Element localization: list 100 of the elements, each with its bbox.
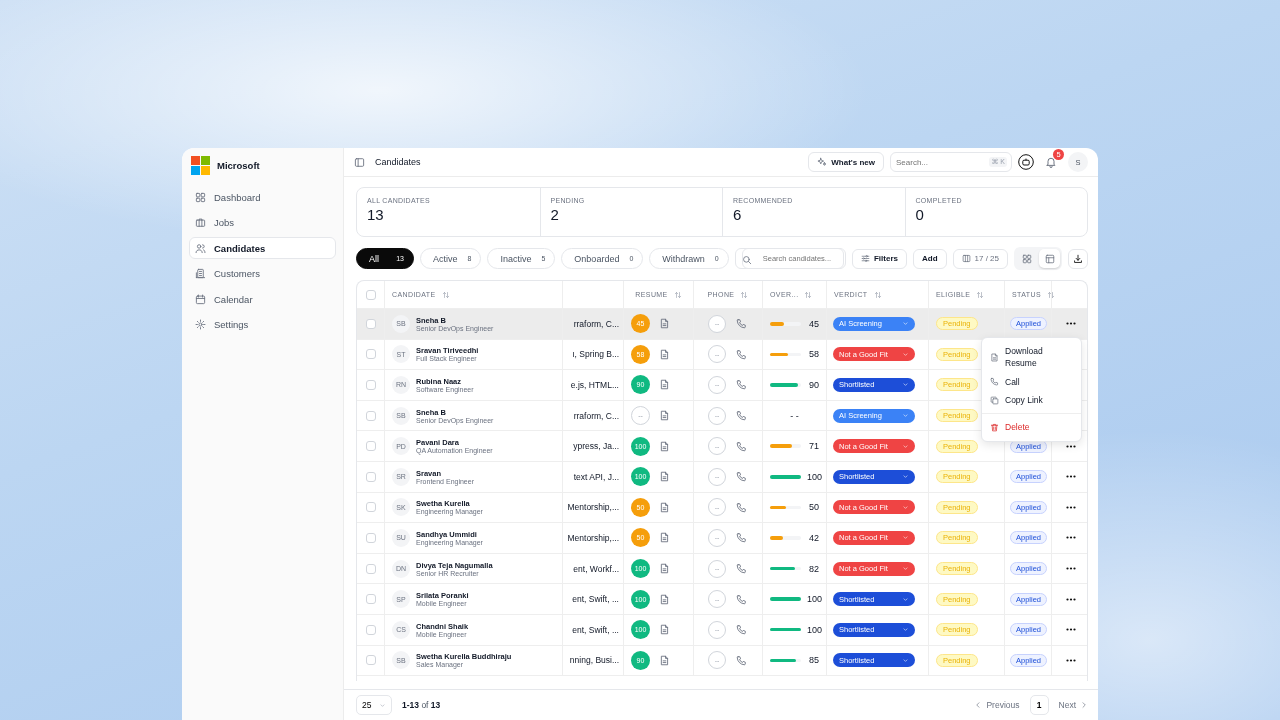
sidebar-item[interactable]: Candidates [189,237,336,259]
file-icon [659,471,670,483]
checkbox[interactable] [365,624,376,635]
more-button[interactable] [1065,505,1076,509]
phone-icon [736,532,747,544]
stat-value: 0 [915,206,925,223]
columns-button[interactable]: 17 / 25 [952,248,1008,269]
skills-text: ent, Swift, ... [572,624,619,635]
filters-button[interactable]: Filters [851,248,907,269]
chevron-icon [902,503,909,511]
range-text: 1-13 of 13 [402,700,442,710]
more-icon [1065,567,1076,571]
more-icon [1065,597,1076,601]
sort-icon [804,290,813,299]
menu-item[interactable]: Call [982,372,1081,391]
more-button[interactable] [1065,475,1076,479]
more-button[interactable] [1065,322,1076,326]
brand-name: Microsoft [217,160,260,171]
chevron-icon [902,320,909,328]
more-button[interactable] [1065,597,1076,601]
checkbox[interactable] [365,471,376,482]
copy-icon [990,395,999,405]
sort-icon [740,290,749,299]
skills-text: ypress, Ja... [573,441,619,452]
logo-icon [191,156,210,175]
grid-icon [1021,253,1032,264]
page-size-select[interactable]: 25 [356,695,392,715]
overall-score: 100 [807,594,823,605]
sparkle-icon [817,157,828,167]
checkbox[interactable] [365,532,376,543]
phone-icon [736,471,747,483]
skills-text: rraform, C... [573,410,619,421]
bell-icon [1045,156,1057,168]
sidebar-toggle-icon [354,156,365,168]
calendar-icon [195,293,206,305]
sidebar-item[interactable]: Settings [189,313,336,336]
more-icon [1065,658,1076,662]
more-button[interactable] [1065,567,1076,571]
more-button[interactable] [1065,628,1076,632]
menu-item[interactable]: Download Resume [982,342,1081,373]
sort-icon [441,290,450,299]
stat-value: 2 [550,206,560,223]
more-button[interactable] [1065,444,1076,448]
sidebar-item[interactable]: Dashboard [189,186,336,208]
chevron-icon [902,473,909,481]
sort-icon [1047,290,1055,299]
phone-icon [990,377,999,387]
previous-button[interactable]: Previous [974,700,1020,710]
table-icon [1044,253,1055,264]
file-icon [659,624,670,636]
chevron-icon [379,701,386,709]
more-icon [1065,505,1076,509]
sidebar-item[interactable]: Calendar [189,288,336,310]
overall-score: 45 [809,318,819,329]
more-button[interactable] [1065,658,1076,662]
sort-icon [673,290,682,299]
overall-score: 82 [809,563,819,574]
file-icon [659,593,670,605]
checkbox[interactable] [365,441,376,452]
stat-value: 13 [367,206,385,223]
search-icon [741,254,752,265]
checkbox[interactable] [365,502,376,513]
stat-value: 6 [733,206,743,223]
checkbox[interactable] [365,349,376,360]
overall-score: 71 [809,441,819,452]
next-button[interactable]: Next [1058,700,1088,710]
whats-new-button[interactable]: What's new [808,152,884,172]
select-all-checkbox[interactable] [365,289,376,300]
file-icon [659,501,670,513]
more-button[interactable] [1065,536,1076,540]
checkbox[interactable] [365,410,376,421]
menu-item[interactable]: Copy Link [982,390,1081,410]
chevron-icon [902,381,909,389]
download-button[interactable] [1068,248,1088,269]
file-icon [990,352,999,362]
overall-score: 50 [809,502,819,513]
phone-icon [736,440,747,452]
overall-score: 58 [809,349,819,360]
sidebar-item[interactable]: Customers [189,262,336,285]
checkbox[interactable] [365,594,376,605]
chevron-icon [902,626,909,634]
checkbox[interactable] [365,318,376,329]
grid-icon [195,191,206,203]
chevron-icon [902,565,909,573]
skills-text: e.js, HTML... [570,380,619,390]
checkbox[interactable] [365,655,376,666]
bot-icon[interactable] [1018,154,1034,170]
checkbox[interactable] [365,380,376,390]
chevron-icon [902,350,909,358]
trash-icon [990,422,999,432]
columns-icon [961,254,971,263]
skills-text: Mentorship,... [567,502,619,513]
page-button[interactable]: 1 [1029,695,1049,715]
overall-score: 42 [809,532,819,543]
building-icon [195,268,206,279]
view-toggle[interactable] [1039,249,1060,268]
chevron-icon [902,534,909,542]
add-button[interactable]: Add [912,248,947,269]
sidebar-item[interactable]: Jobs [189,211,336,234]
checkbox[interactable] [365,563,376,574]
